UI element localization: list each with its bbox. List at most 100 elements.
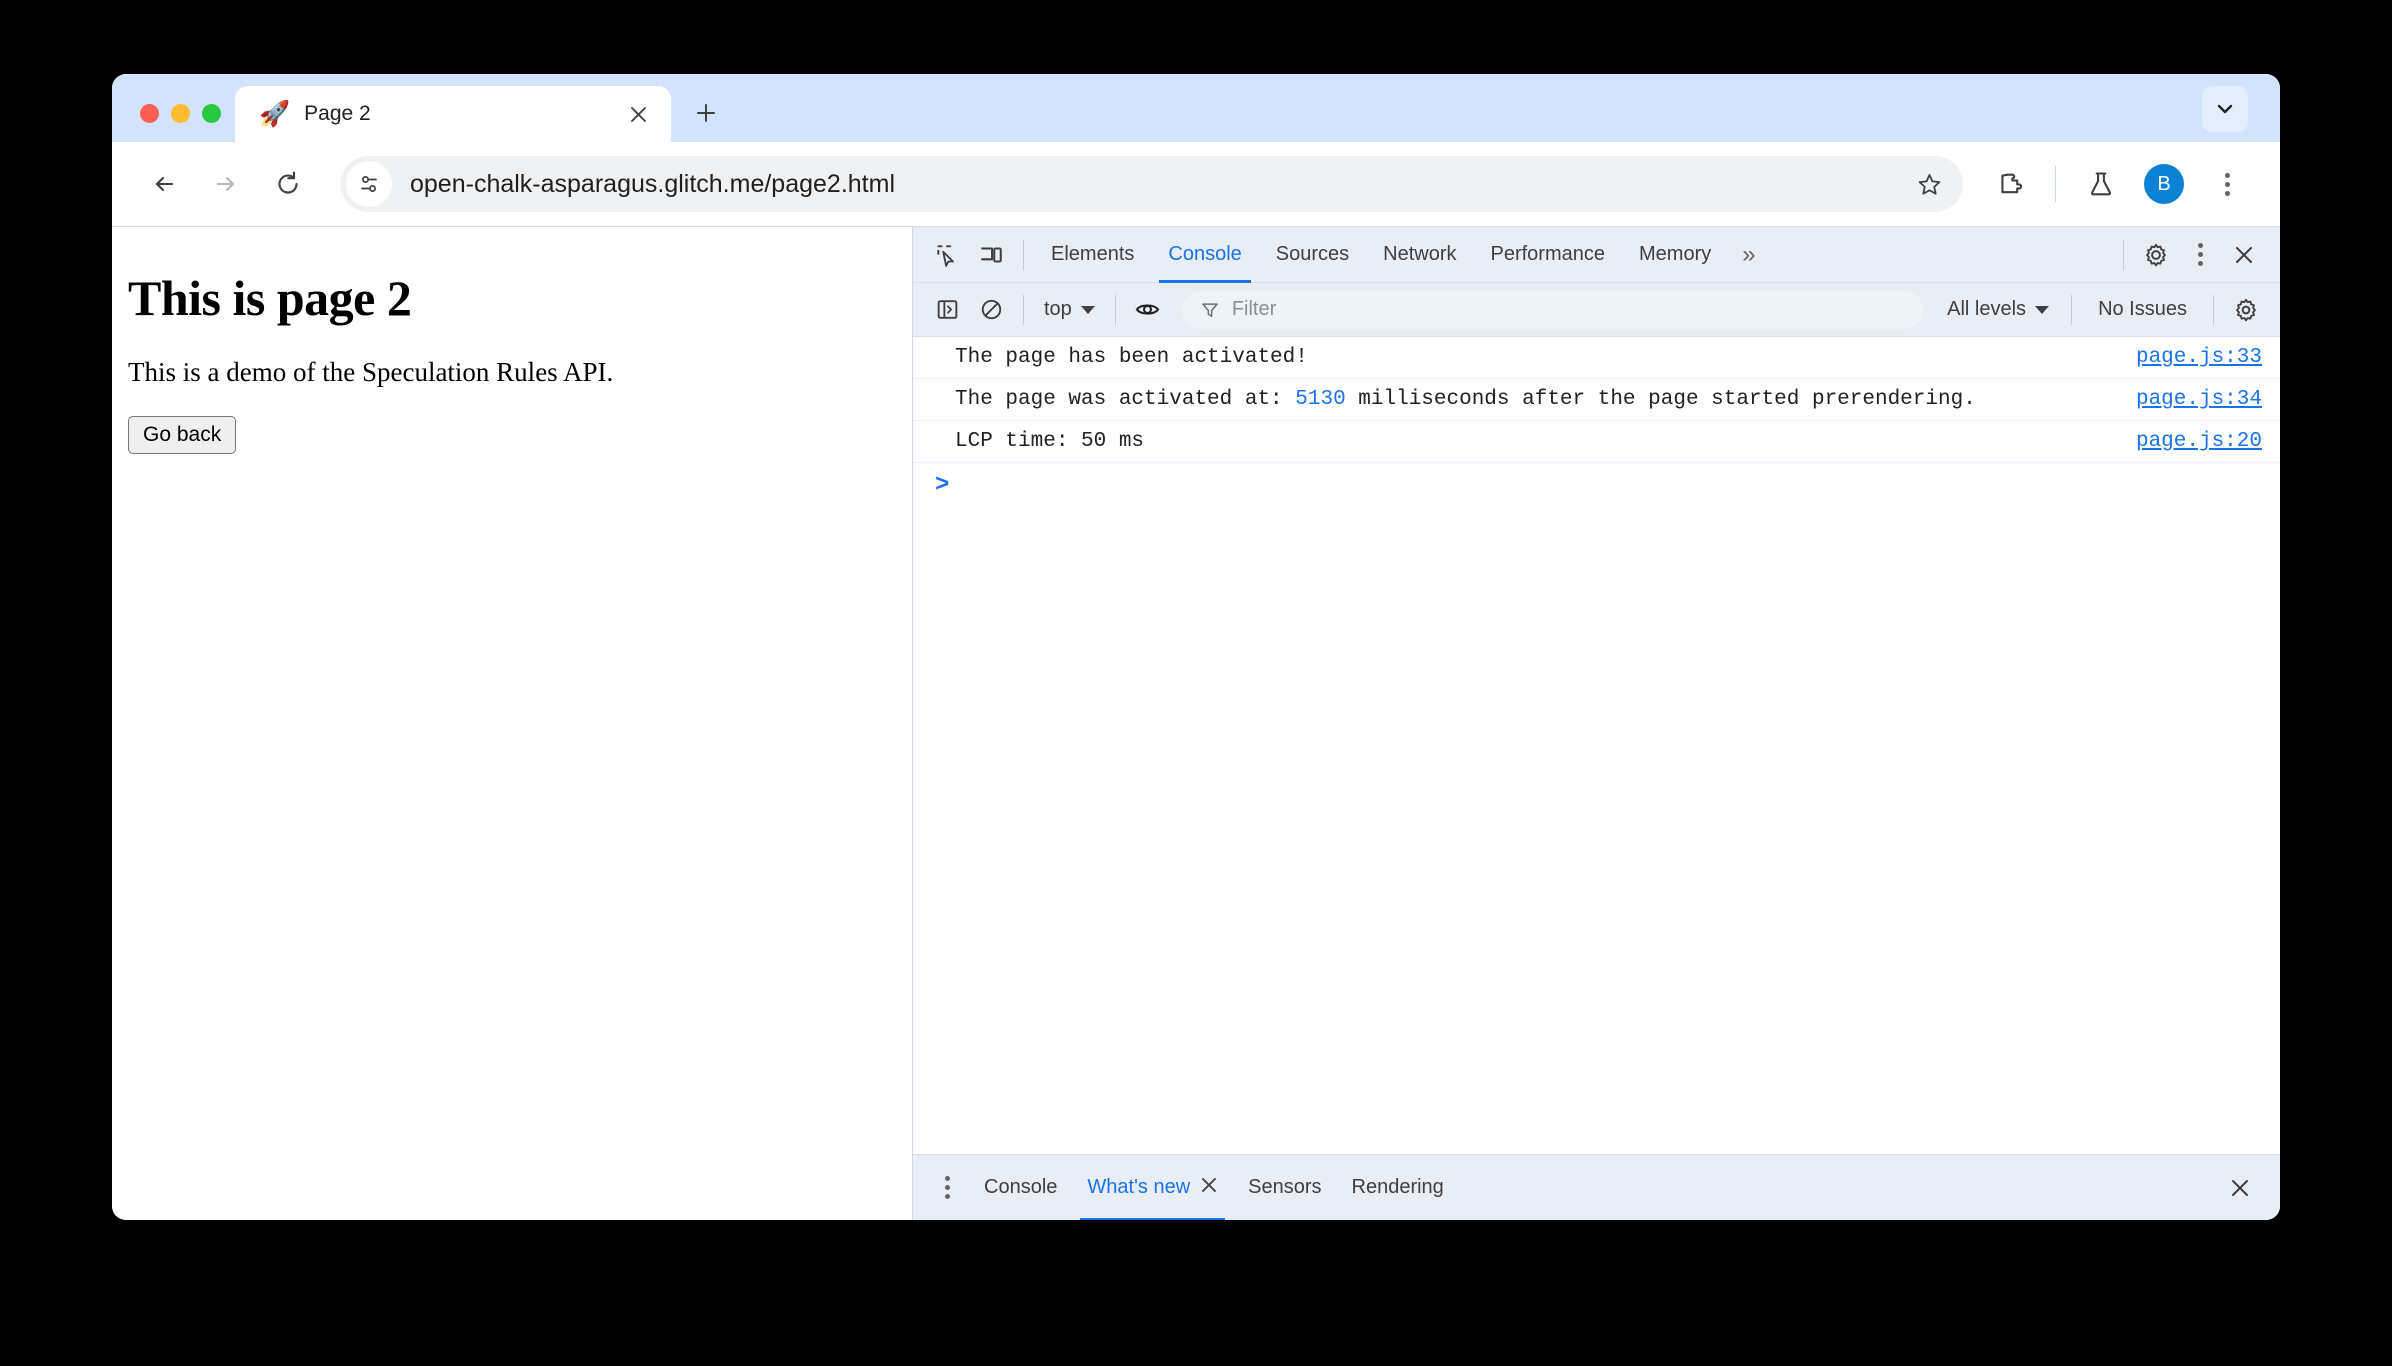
back-button[interactable] [136,156,192,212]
reload-button[interactable] [260,156,316,212]
tab-label: Sources [1275,243,1350,265]
message-value: 5130 [1295,388,1346,411]
tab-label: Elements [1051,243,1135,265]
filter-placeholder: Filter [1231,298,1277,320]
console-input-prompt[interactable]: > [913,463,2280,507]
avatar-initial: B [2157,172,2171,195]
tab-label: Performance [1490,243,1606,265]
forward-button[interactable] [198,156,254,212]
tab-title: Page 2 [304,102,371,125]
drawer-tab-label: Sensors [1248,1176,1322,1198]
window-body: This is page 2 This is a demo of the Spe… [112,226,2280,1220]
page-viewport: This is page 2 This is a demo of the Spe… [112,227,912,1220]
console-source-link[interactable]: page.js:33 [2136,346,2262,369]
tab-sources[interactable]: Sources [1259,227,1366,283]
close-drawer-icon[interactable] [2218,1166,2262,1210]
console-toolbar-divider [2071,294,2073,325]
browser-menu-icon[interactable] [2200,157,2254,211]
tab-elements[interactable]: Elements [1034,227,1151,283]
new-tab-button[interactable] [683,90,729,136]
prompt-chevron-icon: > [935,471,950,499]
close-devtools-icon[interactable] [2222,233,2266,277]
kebab-glyph [2224,172,2230,196]
execution-context-selector[interactable]: top [1034,291,1105,329]
bookmark-star-icon[interactable] [1903,158,1955,210]
toolbar-divider [2055,166,2056,202]
close-icon[interactable] [1200,1176,1218,1200]
drawer-tab-label: What's new [1087,1176,1191,1198]
devtools-panel: Elements Console Sources Network Perform… [912,227,2280,1220]
console-filter-input[interactable]: Filter [1181,290,1924,329]
maximize-window-button[interactable] [202,104,221,123]
drawer-tab-rendering[interactable]: Rendering [1337,1155,1459,1221]
drawer-tab-whats-new[interactable]: What's new [1072,1155,1233,1220]
levels-label: All levels [1947,298,2027,320]
drawer-tab-console[interactable]: Console [969,1155,1072,1221]
browser-toolbar: open-chalk-asparagus.glitch.me/page2.htm… [112,142,2280,226]
page-title: This is page 2 [128,270,412,326]
console-source-link[interactable]: page.js:20 [2136,430,2262,453]
context-label: top [1044,298,1072,320]
issues-status[interactable]: No Issues [2082,298,2203,321]
devtools-tabbar: Elements Console Sources Network Perform… [913,227,2280,283]
go-back-button[interactable]: Go back [128,416,237,454]
experiments-flask-icon[interactable] [2074,157,2128,211]
console-message-row: LCP time: 50 ms page.js:20 [913,421,2280,463]
devtools-tabbar-actions [2113,233,2280,277]
tab-network[interactable]: Network [1366,227,1473,283]
kebab-glyph [944,1176,950,1199]
tab-console[interactable]: Console [1151,227,1258,283]
log-levels-selector[interactable]: All levels [1935,291,2061,329]
address-bar[interactable]: open-chalk-asparagus.glitch.me/page2.htm… [340,156,1963,212]
console-sidebar-toggle-icon[interactable] [925,288,969,332]
browser-window: 🚀 Page 2 open-chalk-asparagus.glitch.me/… [112,74,2280,1220]
tab-label: Console [1168,243,1242,265]
console-message-row: The page has been activated! page.js:33 [913,337,2280,379]
console-toolbar-divider [1023,294,1024,325]
rocket-icon: 🚀 [259,99,291,128]
chevron-down-icon [2035,305,2050,314]
console-toolbar-divider [2213,294,2214,325]
drawer-menu-icon[interactable] [925,1166,969,1210]
gear-icon[interactable] [2134,233,2178,277]
minimize-window-button[interactable] [171,104,190,123]
clear-console-icon[interactable] [969,288,1013,332]
drawer-tab-label: Console [984,1176,1058,1198]
console-message-text: LCP time: 50 ms [955,430,2136,453]
extensions-icon[interactable] [1983,157,2037,211]
drawer-tab-sensors[interactable]: Sensors [1233,1155,1336,1221]
devtools-menu-icon[interactable] [2178,233,2222,277]
window-traffic-lights [112,104,235,142]
tab-strip: 🚀 Page 2 [112,74,2280,142]
devtools-drawer-tabbar: Console What's new Sensors Rendering [913,1154,2280,1220]
inspect-element-icon[interactable] [925,233,969,277]
console-settings-gear-icon[interactable] [2224,288,2268,332]
console-toolbar-divider [1114,294,1116,325]
page-description: This is a demo of the Speculation Rules … [128,357,614,387]
message-text-part: The page has been activated! [955,346,1308,369]
avatar[interactable]: B [2144,164,2184,204]
console-source-link[interactable]: page.js:34 [2136,388,2262,411]
close-icon[interactable] [621,97,655,131]
kebab-glyph [2197,243,2203,266]
console-message-row: The page was activated at: 5130 millisec… [913,379,2280,421]
drawer-tab-label: Rendering [1351,1176,1444,1198]
browser-tab-page-2[interactable]: 🚀 Page 2 [235,86,671,142]
tab-performance[interactable]: Performance [1474,227,1623,283]
more-tabs-icon[interactable]: » [1728,241,1769,269]
tab-label: Memory [1639,243,1712,265]
tabbar-actions-divider [2123,239,2124,270]
console-message-text: The page has been activated! [955,346,2136,369]
chevron-down-icon[interactable] [2202,86,2248,132]
device-toolbar-icon[interactable] [969,233,1013,277]
message-text-part: LCP time: 50 ms [955,430,1145,453]
console-toolbar: top Filter All levels No Issues [913,283,2280,337]
filter-icon [1201,302,1218,317]
site-settings-icon[interactable] [346,161,392,207]
close-window-button[interactable] [140,104,159,123]
console-message-list: The page has been activated! page.js:33 … [913,337,2280,1154]
live-expression-eye-icon[interactable] [1126,288,1170,332]
message-text-part: The page was activated at: [955,388,1296,411]
tabbar-divider [1023,239,1024,270]
tab-memory[interactable]: Memory [1622,227,1728,283]
